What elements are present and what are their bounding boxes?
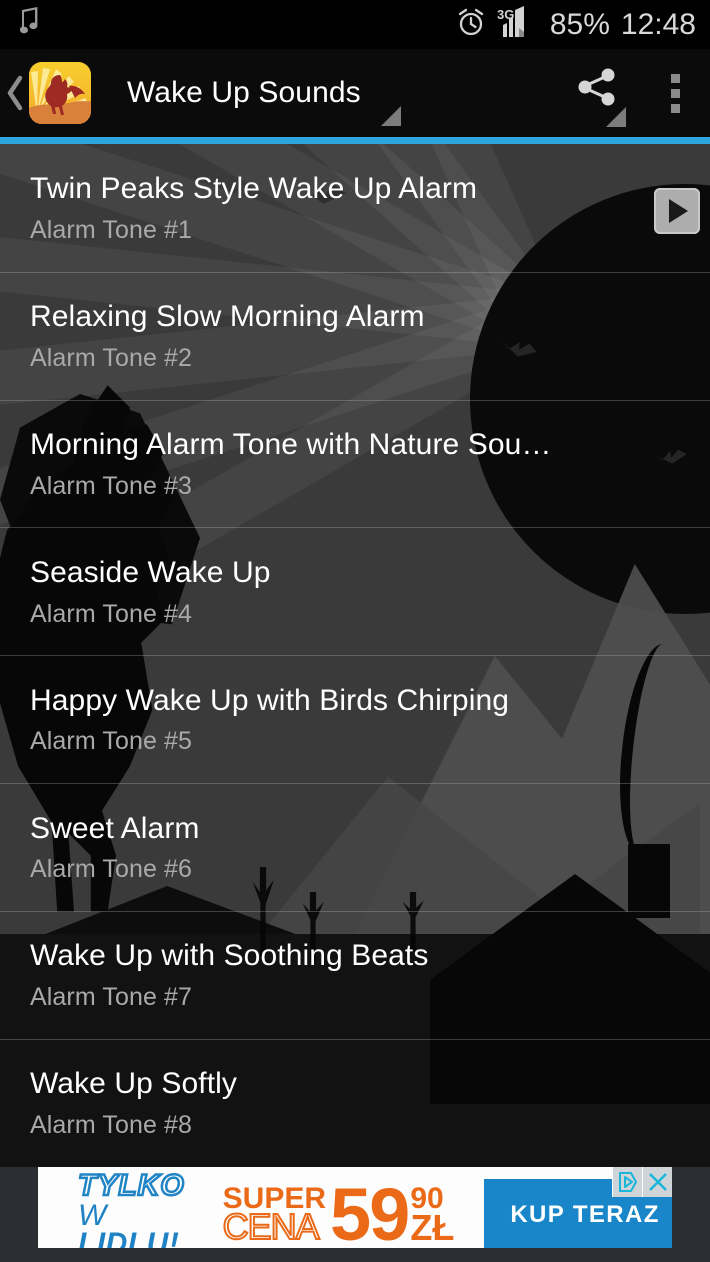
- ad-price-block: SUPER CENA 59 90 ZŁ: [222, 1172, 455, 1256]
- page-title-wrap: Wake Up Sounds: [127, 76, 401, 126]
- ad-currency: ZŁ: [410, 1207, 455, 1248]
- sound-subtitle: Alarm Tone #1: [30, 215, 193, 244]
- signal-bars-icon: 3G: [497, 6, 539, 43]
- ad-brand-text: TYLKO W LIDLU!: [77, 1168, 185, 1258]
- navigation-strip: [0, 1248, 710, 1262]
- list-item[interactable]: Happy Wake Up with Birds Chirping Alarm …: [0, 655, 710, 783]
- list-item[interactable]: Wake Up Softly Alarm Tone #8: [0, 1038, 710, 1167]
- sound-title: Happy Wake Up with Birds Chirping: [30, 684, 510, 717]
- overflow-dot: [670, 88, 680, 98]
- battery-percent: 85%: [549, 7, 610, 41]
- list-item[interactable]: Relaxing Slow Morning Alarm Alarm Tone #…: [0, 271, 710, 400]
- sound-title: Twin Peaks Style Wake Up Alarm: [30, 173, 478, 205]
- sound-subtitle: Alarm Tone #7: [30, 982, 193, 1011]
- page-title: Wake Up Sounds: [127, 76, 361, 109]
- clock-time: 12:48: [620, 7, 696, 41]
- ad-super-cena: SUPER CENA: [222, 1184, 326, 1247]
- action-bar: Wake Up Sounds: [0, 49, 710, 137]
- rooster-sunrise-app-icon[interactable]: [29, 62, 91, 124]
- sound-subtitle: Alarm Tone #8: [30, 1110, 193, 1139]
- sound-subtitle: Alarm Tone #3: [30, 471, 193, 500]
- ad-cena-label: CENA: [222, 1205, 321, 1247]
- sound-subtitle: Alarm Tone #5: [30, 727, 193, 756]
- list-item[interactable]: Seaside Wake Up Alarm Tone #4: [0, 527, 710, 655]
- back-chevron-icon[interactable]: [2, 75, 28, 111]
- share-button[interactable]: [554, 49, 640, 137]
- sound-title: Wake Up Softly: [30, 1068, 238, 1100]
- accent-divider: [0, 137, 710, 144]
- sound-list[interactable]: Twin Peaks Style Wake Up Alarm Alarm Ton…: [0, 144, 710, 1167]
- overflow-dot: [670, 73, 680, 83]
- sound-title: Morning Alarm Tone with Nature Sou…: [30, 429, 552, 461]
- status-bar: 3G 85% 12:48: [0, 0, 710, 49]
- share-corner-marker: [606, 107, 626, 127]
- sound-title: Relaxing Slow Morning Alarm: [30, 301, 425, 333]
- adchoices-icon[interactable]: [612, 1167, 642, 1197]
- sound-subtitle: Alarm Tone #6: [30, 855, 193, 884]
- sound-title: Sweet Alarm: [30, 812, 200, 845]
- ad-line1: TYLKO: [77, 1168, 185, 1202]
- music-note-icon: [10, 7, 38, 42]
- sound-title: Seaside Wake Up: [30, 557, 271, 589]
- sound-rows: Twin Peaks Style Wake Up Alarm Alarm Ton…: [0, 144, 710, 1167]
- ad-price-integer: 59: [330, 1172, 410, 1256]
- list-item[interactable]: Wake Up with Soothing Beats Alarm Tone #…: [0, 910, 710, 1039]
- sound-subtitle: Alarm Tone #2: [30, 343, 193, 372]
- play-triangle: [669, 199, 688, 223]
- alarm-clock-icon: [456, 7, 486, 42]
- close-icon[interactable]: [642, 1167, 672, 1197]
- overflow-menu-icon[interactable]: [640, 73, 710, 113]
- status-bar-right: 3G 85% 12:48: [456, 6, 696, 43]
- overflow-dot: [670, 103, 680, 113]
- list-item[interactable]: Twin Peaks Style Wake Up Alarm Alarm Ton…: [0, 144, 710, 272]
- sound-subtitle: Alarm Tone #4: [30, 599, 193, 628]
- list-item[interactable]: Morning Alarm Tone with Nature Sou… Alar…: [0, 399, 710, 528]
- ad-controls: [612, 1167, 672, 1197]
- play-icon[interactable]: [654, 188, 700, 234]
- ad-price-fraction: 90 ZŁ: [410, 1184, 455, 1248]
- list-item[interactable]: Sweet Alarm Alarm Tone #6: [0, 782, 710, 911]
- status-bar-left: [10, 7, 38, 42]
- title-corner-marker: [380, 106, 401, 126]
- sound-title: Wake Up with Soothing Beats: [30, 940, 429, 972]
